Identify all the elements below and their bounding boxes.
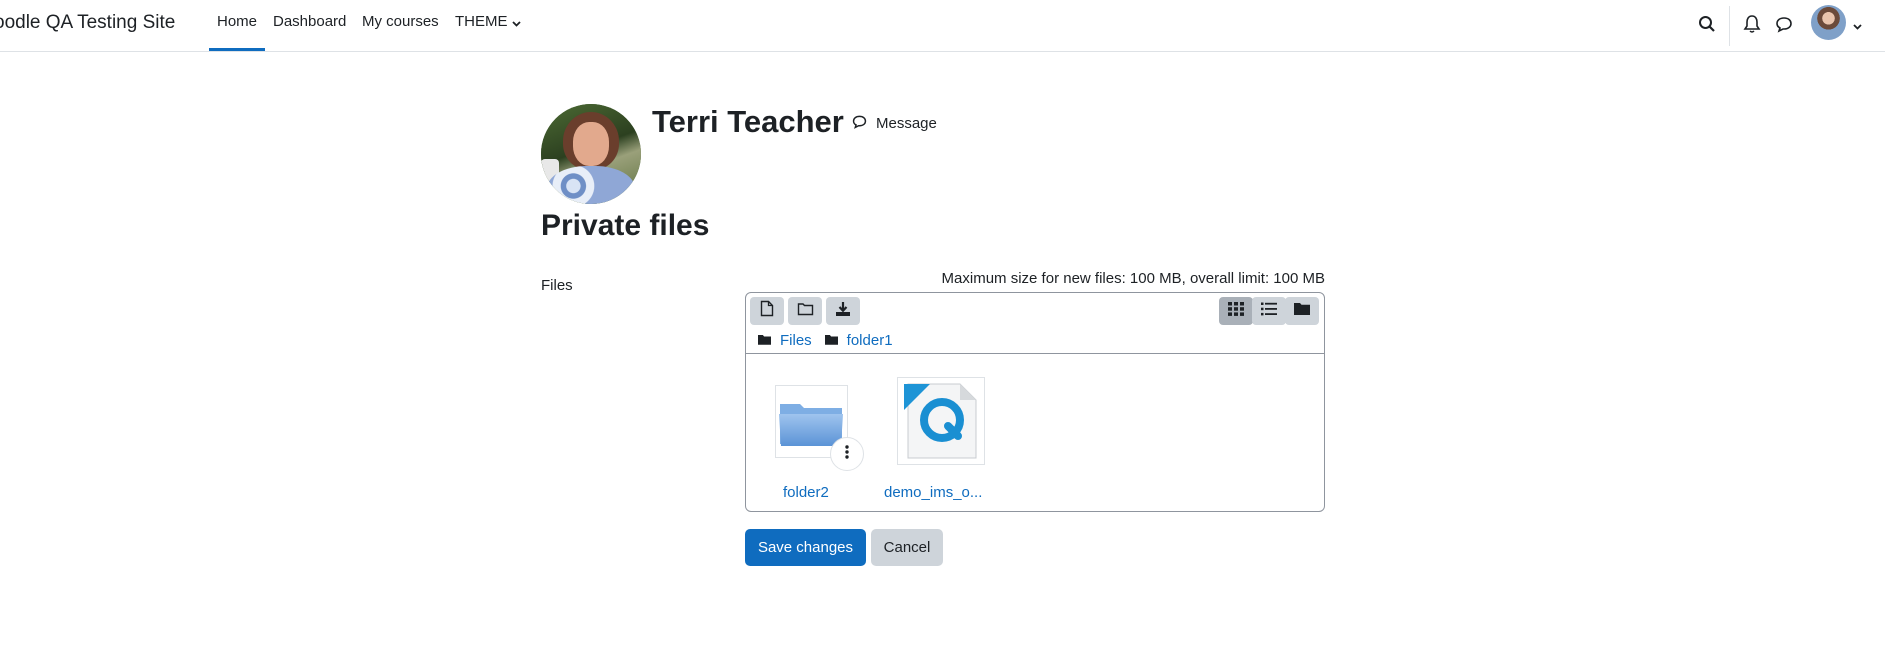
nav-active-indicator <box>209 48 265 51</box>
file-name[interactable]: folder2 <box>783 484 829 501</box>
nav-theme-label: THEME <box>455 13 508 30</box>
message-label: Message <box>876 115 937 132</box>
profile-picture <box>541 104 641 204</box>
folder-icon <box>1294 302 1310 320</box>
file-name[interactable]: demo_ims_o... <box>884 484 982 501</box>
site-brand[interactable]: oodle QA Testing Site <box>0 12 175 34</box>
view-list-button[interactable] <box>1252 297 1286 325</box>
download-all-button[interactable] <box>826 297 860 325</box>
list-icon <box>1261 302 1277 321</box>
view-icons-button[interactable] <box>1219 297 1253 325</box>
nav-home[interactable]: Home <box>217 13 257 30</box>
grid-icon <box>1228 301 1244 321</box>
file-manager: Files folder1 folder2 demo_ims_o... <box>745 292 1325 512</box>
chevron-down-icon[interactable] <box>1853 17 1862 35</box>
cancel-button[interactable]: Cancel <box>871 529 943 566</box>
save-changes-button[interactable]: Save changes <box>745 529 866 566</box>
folder-outline-icon <box>797 302 814 321</box>
quicktime-file-icon[interactable] <box>897 377 985 465</box>
nav-theme-dropdown[interactable]: THEME <box>455 13 521 31</box>
user-avatar[interactable] <box>1811 5 1846 40</box>
add-file-button[interactable] <box>750 297 784 325</box>
message-button[interactable]: Message <box>851 113 937 134</box>
breadcrumb-folder1[interactable]: folder1 <box>847 332 893 349</box>
chat-icon <box>851 113 868 134</box>
file-size-limits: Maximum size for new files: 100 MB, over… <box>941 270 1325 287</box>
view-tree-button[interactable] <box>1285 297 1319 325</box>
folder-icon <box>824 332 838 349</box>
user-fullname: Terri Teacher <box>652 104 844 139</box>
files-field-label: Files <box>541 277 573 294</box>
folder-icon <box>758 332 771 349</box>
download-icon <box>835 301 851 322</box>
kebab-icon <box>845 444 849 464</box>
bell-icon[interactable] <box>1743 14 1765 36</box>
file-icon <box>760 300 774 322</box>
search-icon[interactable] <box>1697 14 1719 36</box>
breadcrumb: Files folder1 <box>758 332 893 349</box>
nav-my-courses[interactable]: My courses <box>362 13 439 30</box>
chat-icon[interactable] <box>1774 14 1796 36</box>
file-options-button[interactable] <box>830 437 864 471</box>
navbar-divider <box>1729 6 1730 46</box>
page-title: Private files <box>541 209 710 242</box>
top-navbar: oodle QA Testing Site Home Dashboard My … <box>0 0 1885 52</box>
chevron-down-icon <box>511 14 521 31</box>
nav-dashboard[interactable]: Dashboard <box>273 13 346 30</box>
file-manager-toolbar: Files folder1 <box>746 293 1324 354</box>
breadcrumb-files[interactable]: Files <box>780 332 812 349</box>
create-folder-button[interactable] <box>788 297 822 325</box>
